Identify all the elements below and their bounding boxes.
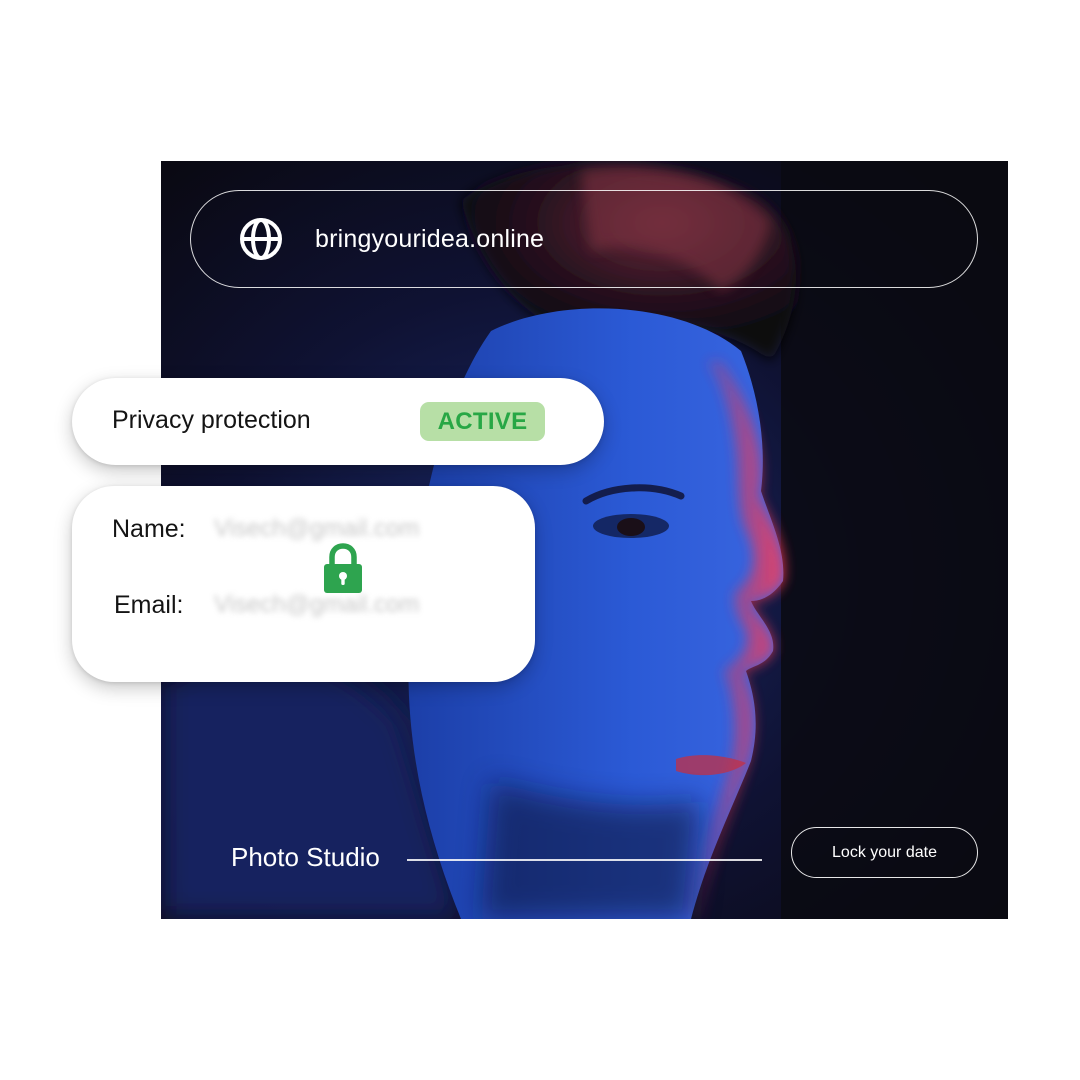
name-label: Name: bbox=[112, 515, 186, 543]
name-value: Visech@gmail.com bbox=[214, 515, 420, 542]
personal-info-card: Name: Visech@gmail.com Email: Visech@gma… bbox=[72, 486, 535, 682]
divider-line bbox=[407, 859, 762, 861]
studio-label: Photo Studio bbox=[231, 842, 380, 872]
status-badge: ACTIVE bbox=[420, 402, 545, 441]
canvas: bringyouridea.online Photo Studio Lock y… bbox=[0, 0, 1080, 1080]
email-value: Visech@gmail.com bbox=[214, 591, 420, 618]
address-bar[interactable]: bringyouridea.online bbox=[190, 190, 978, 288]
privacy-protection-card: Privacy protection ACTIVE bbox=[72, 378, 604, 465]
privacy-protection-label: Privacy protection bbox=[112, 406, 311, 434]
globe-icon bbox=[240, 218, 282, 260]
email-label: Email: bbox=[114, 591, 184, 619]
lock-icon bbox=[324, 543, 362, 593]
lock-your-date-button[interactable]: Lock your date bbox=[791, 827, 978, 878]
url-text: bringyouridea.online bbox=[315, 224, 545, 253]
